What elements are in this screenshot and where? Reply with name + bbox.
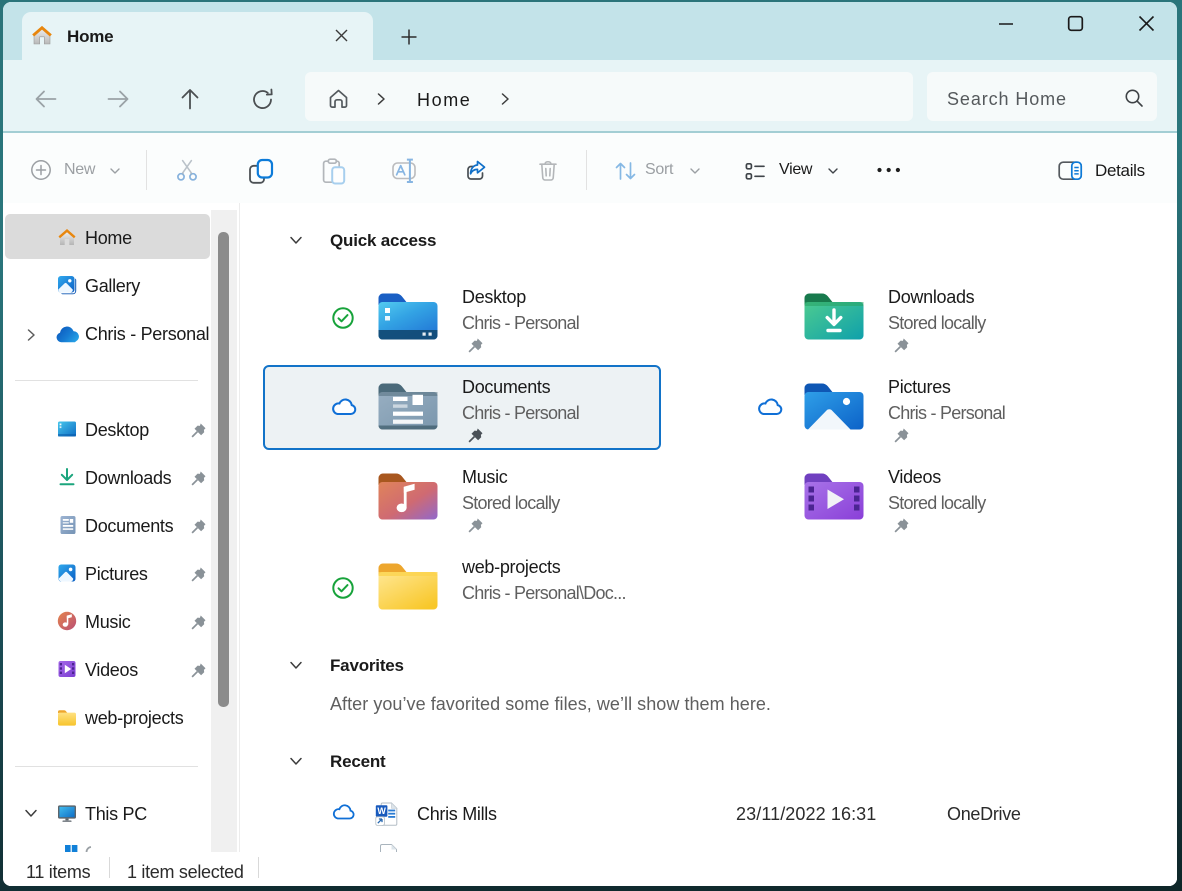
svg-text:W: W bbox=[377, 806, 386, 816]
